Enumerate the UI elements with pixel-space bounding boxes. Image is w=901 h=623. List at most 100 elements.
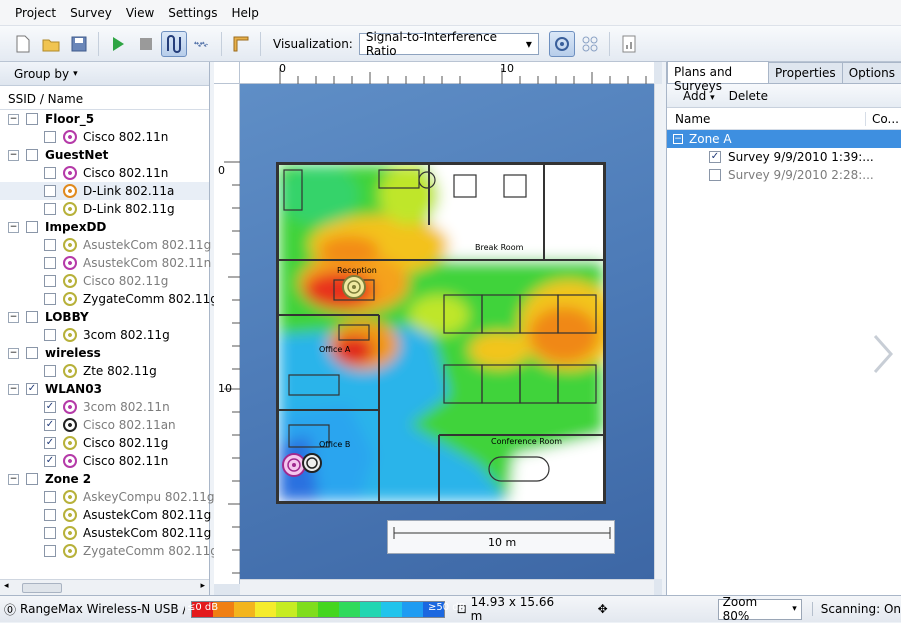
co-column-header[interactable]: Co...	[865, 111, 899, 126]
new-file-button[interactable]	[10, 31, 36, 57]
tree-item-row[interactable]: 3com 802.11g	[0, 326, 209, 344]
tab-properties[interactable]: Properties	[768, 62, 843, 83]
collapse-icon[interactable]: −	[8, 149, 19, 161]
calibrate-button[interactable]	[228, 31, 254, 57]
chevron-right-icon[interactable]	[871, 334, 895, 374]
scroll-left-icon[interactable]: ◂	[4, 581, 9, 591]
continuous-mode-button[interactable]	[189, 31, 215, 57]
item-checkbox[interactable]	[44, 545, 56, 557]
collapse-icon[interactable]: −	[8, 347, 19, 359]
tree-item-row[interactable]: ✓ Cisco 802.11an	[0, 416, 209, 434]
map-horizontal-scrollbar[interactable]	[240, 579, 654, 595]
tab-plans-and-surveys[interactable]: Plans and Surveys	[667, 61, 770, 93]
collapse-icon[interactable]: −	[8, 383, 19, 395]
report-button[interactable]	[616, 31, 642, 57]
collapse-icon[interactable]: −	[673, 134, 683, 144]
delete-button[interactable]: Delete	[729, 89, 768, 103]
group-checkbox[interactable]	[26, 113, 38, 125]
collapse-icon[interactable]: −	[8, 221, 19, 233]
tree-item-row[interactable]: ZygateComm 802.11g	[0, 290, 218, 308]
item-checkbox[interactable]	[44, 131, 56, 143]
stop-survey-button[interactable]	[133, 31, 159, 57]
tree-group-row[interactable]: − Zone 2	[0, 470, 209, 488]
item-checkbox[interactable]	[44, 257, 56, 269]
group-checkbox[interactable]	[26, 221, 38, 233]
start-survey-button[interactable]	[105, 31, 131, 57]
item-checkbox[interactable]: ✓	[44, 419, 56, 431]
tree-item-row[interactable]: D-Link 802.11g	[0, 200, 209, 218]
tree-group-row[interactable]: − LOBBY	[0, 308, 209, 326]
tree-item-row[interactable]: Cisco 802.11n	[0, 128, 209, 146]
group-checkbox[interactable]	[26, 149, 38, 161]
menu-help[interactable]: Help	[225, 6, 266, 20]
survey-row-2[interactable]: Survey 9/9/2010 2:28:...	[667, 166, 901, 184]
tree-group-row[interactable]: − ✓ WLAN03	[0, 380, 209, 398]
save-button[interactable]	[66, 31, 92, 57]
tree-item-row[interactable]: AskeyCompu 802.11g	[0, 488, 215, 506]
group-checkbox[interactable]: ✓	[26, 383, 38, 395]
tree-group-row[interactable]: − Floor_5	[0, 110, 209, 128]
item-checkbox[interactable]	[44, 185, 56, 197]
reception-access-point-marker[interactable]	[342, 275, 366, 299]
show-grid-button[interactable]	[577, 31, 603, 57]
map-vertical-scrollbar[interactable]	[654, 84, 662, 579]
item-checkbox[interactable]	[44, 329, 56, 341]
tree-item-row[interactable]: AsustekCom 802.11g	[0, 506, 211, 524]
horizontal-scrollbar[interactable]: ◂ ▸	[0, 579, 209, 595]
survey-checkbox-2[interactable]	[709, 169, 721, 181]
tree-group-row[interactable]: − ImpexDD	[0, 218, 209, 236]
office-b-access-point-marker[interactable]	[282, 453, 306, 477]
group-by-dropdown[interactable]: Group by ▾	[0, 62, 209, 86]
show-access-points-button[interactable]	[548, 30, 575, 57]
add-button[interactable]: Add ▾	[683, 89, 715, 103]
tree-item-row[interactable]: AsustekCom 802.11n	[0, 254, 211, 272]
item-checkbox[interactable]	[44, 203, 56, 215]
tab-options[interactable]: Options	[841, 62, 901, 83]
tree-item-row[interactable]: AsustekCom 802.11g	[0, 236, 211, 254]
tree-item-row[interactable]: Zte 802.11g	[0, 362, 209, 380]
item-checkbox[interactable]	[44, 239, 56, 251]
open-button[interactable]	[38, 31, 64, 57]
zoom-select[interactable]: Zoom 80% ▾	[717, 595, 802, 623]
item-checkbox[interactable]	[44, 491, 56, 503]
tree-item-row[interactable]: ✓ Cisco 802.11g	[0, 434, 209, 452]
tree-item-row[interactable]: Cisco 802.11g	[0, 272, 209, 290]
tree-item-row[interactable]: Cisco 802.11n	[0, 164, 209, 182]
survey-row-1[interactable]: ✓ Survey 9/9/2010 1:39:...	[667, 148, 901, 166]
menu-survey[interactable]: Survey	[63, 6, 119, 20]
map-canvas[interactable]: Break Room Reception Office A Office B C…	[240, 84, 654, 579]
adapter-name[interactable]: RangeMax Wireless-N USB /	[20, 602, 185, 616]
menu-project[interactable]: Project	[8, 6, 63, 20]
collapse-icon[interactable]: −	[8, 311, 19, 323]
item-checkbox[interactable]	[44, 509, 56, 521]
tree-item-row[interactable]: ✓ 3com 802.11n	[0, 398, 209, 416]
survey-checkbox-1[interactable]: ✓	[709, 151, 721, 163]
tree-item-row[interactable]: AsustekCom 802.11g	[0, 524, 211, 542]
office-b-access-point-marker-2[interactable]	[302, 453, 322, 473]
floor-plan[interactable]: Break Room Reception Office A Office B C…	[276, 162, 606, 504]
zone-row-selected[interactable]: − Zone A	[667, 130, 901, 148]
scrollbar-thumb[interactable]	[22, 583, 62, 593]
collapse-icon[interactable]: −	[8, 473, 19, 485]
group-checkbox[interactable]	[26, 473, 38, 485]
item-checkbox[interactable]	[44, 275, 56, 287]
item-checkbox[interactable]	[44, 365, 56, 377]
item-checkbox[interactable]	[44, 527, 56, 539]
item-checkbox[interactable]: ✓	[44, 455, 56, 467]
item-checkbox[interactable]: ✓	[44, 401, 56, 413]
tree-group-row[interactable]: − GuestNet	[0, 146, 209, 164]
path-mode-button[interactable]	[161, 30, 187, 57]
tree-item-row[interactable]: ✓ Cisco 802.11n	[0, 452, 209, 470]
tree-item-row[interactable]: ZygateComm 802.11g	[0, 542, 218, 560]
group-checkbox[interactable]	[26, 311, 38, 323]
item-checkbox[interactable]	[44, 167, 56, 179]
visualization-select[interactable]: Signal-to-Interference Ratio ▾	[358, 30, 539, 58]
menu-settings[interactable]: Settings	[161, 6, 224, 20]
tree-item-row[interactable]: D-Link 802.11a	[0, 182, 209, 200]
tree-group-row[interactable]: − wireless	[0, 344, 209, 362]
menu-view[interactable]: View	[119, 6, 161, 20]
scroll-right-icon[interactable]: ▸	[200, 581, 205, 591]
item-checkbox[interactable]: ✓	[44, 437, 56, 449]
collapse-icon[interactable]: −	[8, 113, 19, 125]
ssid-name-column-header[interactable]: SSID / Name	[0, 88, 209, 110]
